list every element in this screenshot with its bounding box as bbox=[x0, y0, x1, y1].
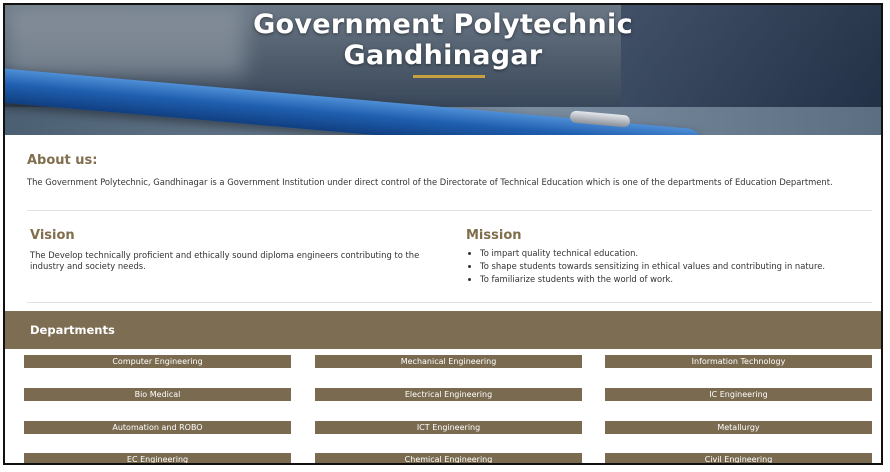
dept-button-electrical-engineering[interactable]: Electrical Engineering bbox=[315, 388, 582, 401]
dept-button-information-technology[interactable]: Information Technology bbox=[605, 355, 872, 368]
dept-button-ec-engineering[interactable]: EC Engineering bbox=[24, 453, 291, 463]
dept-button-ict-engineering[interactable]: ICT Engineering bbox=[315, 421, 582, 434]
dept-button-automation-and-robo[interactable]: Automation and ROBO bbox=[24, 421, 291, 434]
page-frame: Government Polytechnic Gandhinagar About… bbox=[3, 3, 883, 465]
dept-button-mechanical-engineering[interactable]: Mechanical Engineering bbox=[315, 355, 582, 368]
dept-button-metallurgy[interactable]: Metallurgy bbox=[605, 421, 872, 434]
dept-button-bio-medical[interactable]: Bio Medical bbox=[24, 388, 291, 401]
dept-button-civil-engineering[interactable]: Civil Engineering bbox=[605, 453, 872, 463]
dept-button-chemical-engineering[interactable]: Chemical Engineering bbox=[315, 453, 582, 463]
dept-button-ic-engineering[interactable]: IC Engineering bbox=[605, 388, 872, 401]
departments-grid: Computer Engineering Mechanical Engineer… bbox=[5, 5, 881, 463]
dept-button-computer-engineering[interactable]: Computer Engineering bbox=[24, 355, 291, 368]
